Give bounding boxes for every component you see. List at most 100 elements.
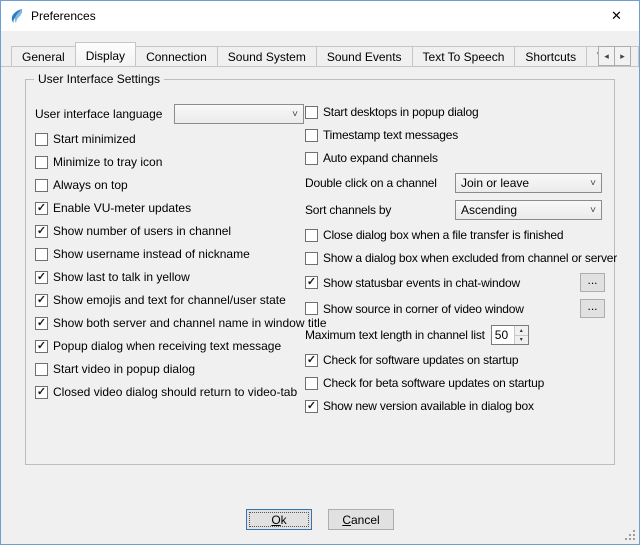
checkbox-label: Show emojis and text for channel/user st… xyxy=(53,293,286,307)
spin-up-button[interactable]: ▴ xyxy=(515,326,528,336)
checkbox-row-start-video-in-popup-dialog[interactable]: Start video in popup dialog xyxy=(35,361,305,377)
cancel-button-accel: C xyxy=(342,513,351,527)
checkbox-icon[interactable]: ✓ xyxy=(35,202,48,215)
ok-button[interactable]: Ok xyxy=(246,509,312,530)
tab-text-to-speech[interactable]: Text To Speech xyxy=(412,46,516,66)
tab-connection[interactable]: Connection xyxy=(135,46,218,66)
cancel-button-rest: ancel xyxy=(351,513,380,527)
language-label: User interface language xyxy=(35,107,174,121)
checkbox-icon[interactable]: ✓ xyxy=(35,317,48,330)
checkbox-label: Check for software updates on startup xyxy=(323,353,518,367)
preferences-dialog: Preferences ✕ GeneralDisplayConnectionSo… xyxy=(0,0,640,545)
left-checkbox-list: Start minimized Minimize to tray icon Alwa… xyxy=(35,131,305,400)
tab-sound-system[interactable]: Sound System xyxy=(217,46,317,66)
checkbox-icon[interactable] xyxy=(305,129,318,142)
double-click-value: Join or leave xyxy=(461,176,585,190)
checkbox-label: Timestamp text messages xyxy=(323,128,458,142)
checkbox-icon[interactable] xyxy=(305,302,318,315)
tab-shortcuts[interactable]: Shortcuts xyxy=(514,46,587,66)
checkbox-icon[interactable] xyxy=(35,179,48,192)
checkbox-row-show-video-source[interactable]: Show source in corner of video window ..… xyxy=(305,299,605,318)
checkbox-row-show-new-version-available-in-dialog-box[interactable]: ✓ Show new version available in dialog bo… xyxy=(305,398,605,414)
checkbox-row-popup-dialog-when-receiving-text-message[interactable]: ✓ Popup dialog when receiving text messag… xyxy=(35,338,305,354)
resize-grip[interactable] xyxy=(624,529,637,542)
user-interface-settings-group: User Interface Settings User interface l… xyxy=(25,79,615,465)
checkbox-icon[interactable]: ✓ xyxy=(35,294,48,307)
sort-channels-select[interactable]: Ascending ˅ xyxy=(455,200,602,220)
tab-general[interactable]: General xyxy=(11,46,76,66)
checkbox-label: Show a dialog box when excluded from cha… xyxy=(323,251,617,265)
checkbox-row-show-number-of-users-in-channel[interactable]: ✓ Show number of users in channel xyxy=(35,223,305,239)
checkbox-label: Show both server and channel name in win… xyxy=(53,316,327,330)
checkbox-label: Show new version available in dialog box xyxy=(323,399,534,413)
checkbox-label: Show last to talk in yellow xyxy=(53,270,190,284)
chevron-down-icon: ˅ xyxy=(585,205,601,216)
sort-channels-row: Sort channels by Ascending ˅ xyxy=(305,200,605,220)
window-title: Preferences xyxy=(31,9,96,23)
checkbox-row-always-on-top[interactable]: Always on top xyxy=(35,177,305,193)
ok-button-accel: O xyxy=(271,513,280,527)
checkbox-icon[interactable]: ✓ xyxy=(305,400,318,413)
checkbox-row-check-for-beta-software-updates-on-startup[interactable]: Check for beta software updates on start… xyxy=(305,375,605,391)
checkbox-label: Minimize to tray icon xyxy=(53,155,162,169)
statusbar-events-config-button[interactable]: ... xyxy=(580,273,605,292)
checkbox-icon[interactable]: ✓ xyxy=(35,386,48,399)
checkbox-row-show-username-instead-of-nickname[interactable]: Show username instead of nickname xyxy=(35,246,305,262)
checkbox-label: Popup dialog when receiving text message xyxy=(53,339,281,353)
checkbox-icon[interactable] xyxy=(35,156,48,169)
checkbox-row-start-desktops-in-popup-dialog[interactable]: Start desktops in popup dialog xyxy=(305,104,605,120)
group-title: User Interface Settings xyxy=(34,72,164,86)
checkbox-label: Enable VU-meter updates xyxy=(53,201,191,215)
sort-channels-label: Sort channels by xyxy=(305,203,455,217)
checkbox-row-check-for-software-updates-on-startup[interactable]: ✓ Check for software updates on startup xyxy=(305,352,605,368)
video-source-config-button[interactable]: ... xyxy=(580,299,605,318)
spin-down-button[interactable]: ▾ xyxy=(515,336,528,345)
tab-display[interactable]: Display xyxy=(75,42,136,66)
language-select[interactable]: ˅ xyxy=(174,104,304,124)
checkbox-row-show-a-dialog-box-when-excluded-from-channel-or-server[interactable]: Show a dialog box when excluded from cha… xyxy=(305,250,605,266)
right-checkbox-list-bottom: ✓ Check for software updates on startup Ch… xyxy=(305,352,605,414)
checkbox-icon[interactable] xyxy=(305,252,318,265)
checkbox-row-show-both-server-and-channel-name-in-window-title[interactable]: ✓Show both server and channel name in wi… xyxy=(35,315,305,331)
checkbox-row-show-emojis-and-text-for-channel-user-state[interactable]: ✓ Show emojis and text for channel/user s… xyxy=(35,292,305,308)
tab-sound-events[interactable]: Sound Events xyxy=(316,46,413,66)
checkbox-label: Close dialog box when a file transfer is… xyxy=(323,228,563,242)
checkbox-icon[interactable]: ✓ xyxy=(305,354,318,367)
tab-scroll-left-button[interactable]: ◂ xyxy=(598,46,615,66)
language-row: User interface language ˅ xyxy=(35,104,305,124)
checkbox-icon[interactable] xyxy=(305,106,318,119)
title-bar[interactable]: Preferences ✕ xyxy=(1,1,639,31)
tab-scroll-right-button[interactable]: ▸ xyxy=(614,46,631,66)
checkbox-icon[interactable] xyxy=(305,229,318,242)
checkbox-icon[interactable] xyxy=(35,248,48,261)
tab-scroll-control: ◂ ▸ xyxy=(598,46,631,66)
checkbox-icon[interactable]: ✓ xyxy=(35,340,48,353)
checkbox-icon[interactable] xyxy=(35,133,48,146)
checkbox-icon[interactable] xyxy=(35,363,48,376)
checkbox-row-show-statusbar-events[interactable]: ✓ Show statusbar events in chat-window .… xyxy=(305,273,605,292)
double-click-select[interactable]: Join or leave ˅ xyxy=(455,173,602,193)
checkbox-row-close-dialog-box-when-a-file-transfer-is-finished[interactable]: Close dialog box when a file transfer is… xyxy=(305,227,605,243)
tab-bar: GeneralDisplayConnectionSound SystemSoun… xyxy=(1,39,639,66)
checkbox-row-show-last-to-talk-in-yellow[interactable]: ✓ Show last to talk in yellow xyxy=(35,269,305,285)
checkbox-icon[interactable]: ✓ xyxy=(35,271,48,284)
spinner-buttons: ▴ ▾ xyxy=(514,326,528,344)
max-text-length-spinner[interactable]: 50 ▴ ▾ xyxy=(491,325,529,345)
checkbox-row-start-minimized[interactable]: Start minimized xyxy=(35,131,305,147)
close-button[interactable]: ✕ xyxy=(594,1,639,31)
checkbox-row-timestamp-text-messages[interactable]: Timestamp text messages xyxy=(305,127,605,143)
ok-button-rest: k xyxy=(281,513,287,527)
checkbox-icon[interactable] xyxy=(305,377,318,390)
checkbox-icon[interactable]: ✓ xyxy=(35,225,48,238)
checkbox-icon[interactable] xyxy=(305,152,318,165)
checkbox-icon[interactable]: ✓ xyxy=(305,276,318,289)
checkbox-row-closed-video-dialog-should-return-to-video-tab[interactable]: ✓Closed video dialog should return to vi… xyxy=(35,384,305,400)
checkbox-row-minimize-to-tray-icon[interactable]: Minimize to tray icon xyxy=(35,154,305,170)
checkbox-label: Show number of users in channel xyxy=(53,224,231,238)
cancel-button[interactable]: Cancel xyxy=(328,509,394,530)
checkbox-row-auto-expand-channels[interactable]: Auto expand channels xyxy=(305,150,605,166)
checkbox-row-enable-vu-meter-updates[interactable]: ✓ Enable VU-meter updates xyxy=(35,200,305,216)
double-click-label: Double click on a channel xyxy=(305,176,455,190)
checkbox-label: Show source in corner of video window xyxy=(323,302,524,316)
close-icon: ✕ xyxy=(611,8,622,24)
